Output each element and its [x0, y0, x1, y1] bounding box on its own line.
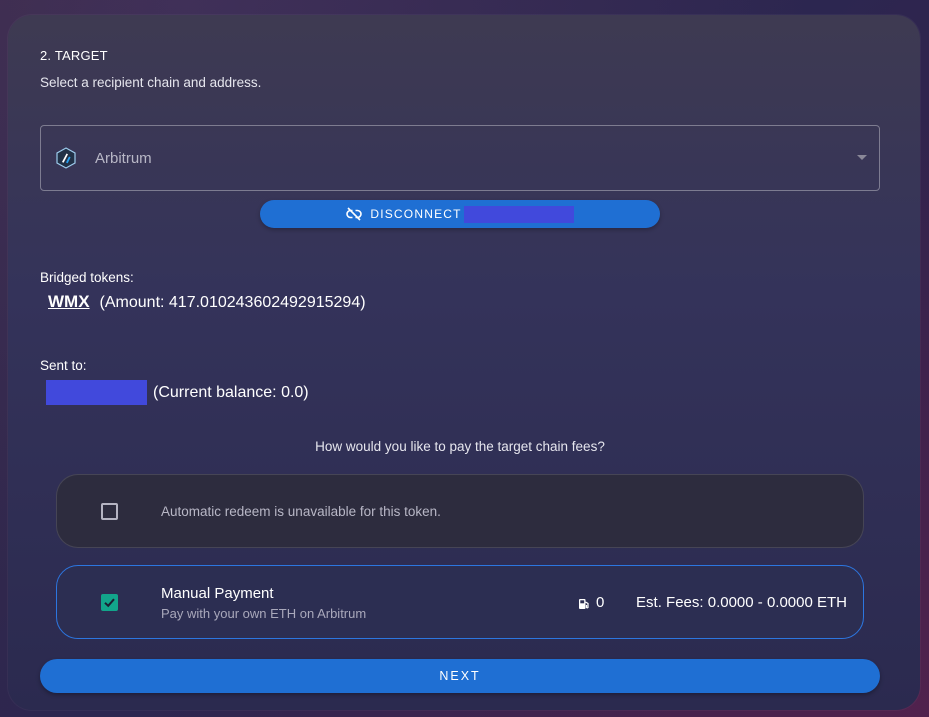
automatic-redeem-text: Automatic redeem is unavailable for this… — [161, 503, 441, 519]
manual-payment-subtitle: Pay with your own ETH on Arbitrum — [161, 606, 367, 621]
manual-payment-title: Manual Payment — [161, 585, 274, 602]
step-title: 2. TARGET — [40, 48, 108, 63]
arbitrum-logo-icon — [55, 147, 77, 169]
chain-select[interactable]: Arbitrum — [40, 125, 880, 191]
fees-question: How would you like to pay the target cha… — [315, 439, 605, 454]
disconnect-label: DISCONNECT — [370, 207, 462, 221]
sent-to-line: (Current balance: 0.0) — [46, 380, 309, 405]
check-icon — [104, 598, 115, 607]
gas-value: 0 — [596, 594, 605, 611]
estimated-fees: Est. Fees: 0.0000 - 0.0000 ETH — [636, 594, 847, 611]
next-button[interactable]: NEXT — [40, 659, 880, 693]
bridged-tokens-label: Bridged tokens: — [40, 270, 134, 285]
gas-estimate: 0 — [578, 594, 604, 611]
gas-pump-icon — [578, 597, 590, 609]
bridged-token-line: WMX (Amount: 417.010243602492915294) — [48, 292, 366, 312]
sent-to-label: Sent to: — [40, 358, 87, 373]
step-subtitle: Select a recipient chain and address. — [40, 75, 262, 90]
chain-select-value: Arbitrum — [95, 149, 152, 167]
chevron-down-icon — [857, 155, 867, 160]
link-off-icon — [346, 206, 363, 222]
automatic-redeem-checkbox[interactable] — [101, 502, 118, 520]
current-balance: (Current balance: 0.0) — [153, 383, 309, 401]
token-symbol-link[interactable]: WMX — [48, 292, 90, 312]
disconnect-button[interactable]: DISCONNECT — [260, 200, 660, 228]
manual-payment-option[interactable]: Manual Payment Pay with your own ETH on … — [56, 565, 864, 639]
automatic-redeem-option[interactable]: Automatic redeem is unavailable for this… — [56, 474, 864, 548]
redacted-address — [463, 205, 574, 223]
token-amount: (Amount: 417.010243602492915294) — [99, 294, 366, 311]
manual-payment-text: Manual Payment Pay with your own ETH on … — [161, 585, 366, 621]
manual-payment-checkbox[interactable] — [101, 593, 118, 611]
redacted-recipient-address — [46, 380, 147, 405]
